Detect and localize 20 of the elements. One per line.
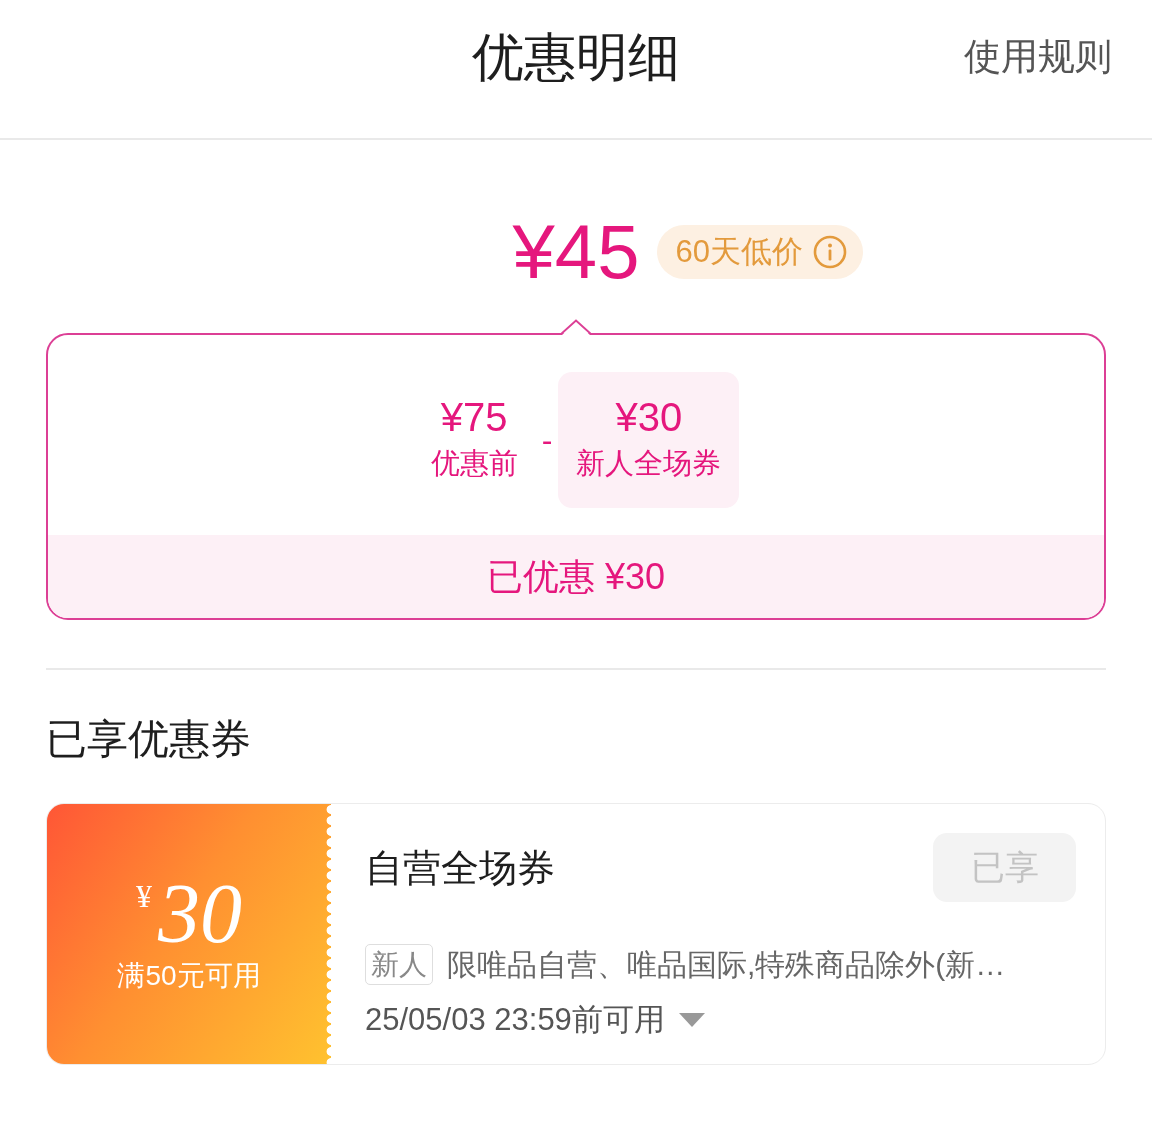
badge-label: 60天低价 <box>675 233 803 271</box>
validity-date: 25/05/03 23:59前可用 <box>365 1001 665 1039</box>
section-title: 已享优惠券 <box>46 715 252 764</box>
breakdown-label: 优惠前 <box>430 446 518 481</box>
caret-down-icon[interactable] <box>678 1013 705 1027</box>
breakdown-amount: ¥75 <box>440 394 508 440</box>
final-price: ¥45 <box>512 212 640 292</box>
coupon-description: 限唯品自营、唯品国际,特殊商品除外(新… <box>447 946 1006 983</box>
info-icon[interactable] <box>812 235 847 269</box>
savings-total: 已优惠 ¥30 <box>486 554 666 599</box>
breakdown-amount: ¥30 <box>615 394 683 440</box>
coupon-condition: 满50元可用 <box>117 959 261 993</box>
new-user-tag: 新人 <box>365 944 433 985</box>
minus-sign: - <box>541 421 553 460</box>
coupon-name: 自营全场券 <box>365 845 555 891</box>
rules-link[interactable]: 使用规则 <box>964 34 1112 80</box>
breakdown-label: 新人全场券 <box>576 446 722 481</box>
coupon-amount: 30 <box>158 874 242 954</box>
currency-symbol: ¥ <box>136 878 152 914</box>
page-title: 优惠明细 <box>472 27 680 88</box>
